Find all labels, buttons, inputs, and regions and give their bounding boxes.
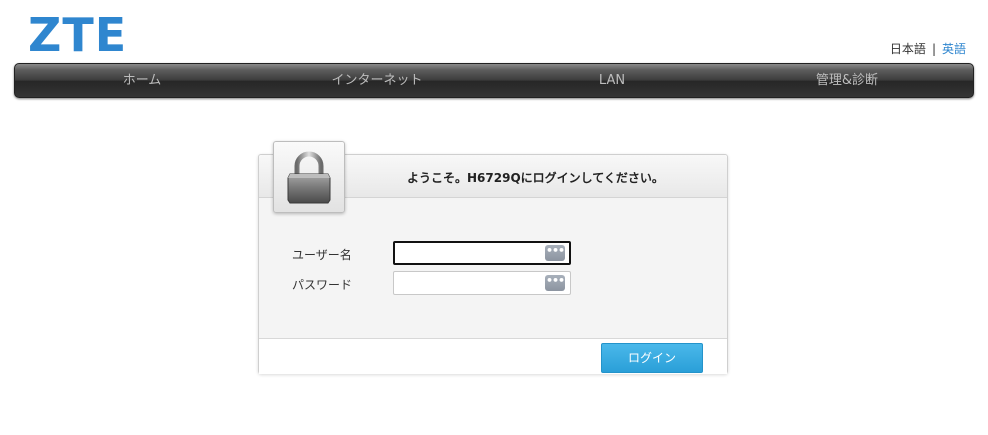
login-panel-body [259, 198, 727, 338]
username-label: ユーザー名 [292, 248, 352, 262]
lang-english-link[interactable]: 英語 [942, 42, 966, 56]
password-manager-icon[interactable]: ••• [545, 245, 565, 261]
nav-item-home[interactable]: ホーム [42, 64, 242, 97]
lang-separator: | [931, 42, 936, 56]
login-title: ようこそ。H6729Qにログインしてください。 [407, 171, 664, 185]
nav-item-management[interactable]: 管理&診断 [747, 64, 947, 97]
nav-item-internet[interactable]: インターネット [277, 64, 477, 97]
padlock-icon [273, 141, 345, 213]
main-nav-bar: ホーム インターネット LAN 管理&診断 [14, 63, 974, 98]
zte-logo: ZTE [28, 8, 128, 62]
password-manager-icon[interactable]: ••• [545, 275, 565, 291]
login-button[interactable]: ログイン [601, 343, 703, 373]
password-label: パスワード [292, 278, 353, 292]
nav-item-lan[interactable]: LAN [512, 64, 712, 97]
language-switcher: 日本語 | 英語 [890, 40, 966, 57]
lang-japanese[interactable]: 日本語 [890, 42, 926, 56]
